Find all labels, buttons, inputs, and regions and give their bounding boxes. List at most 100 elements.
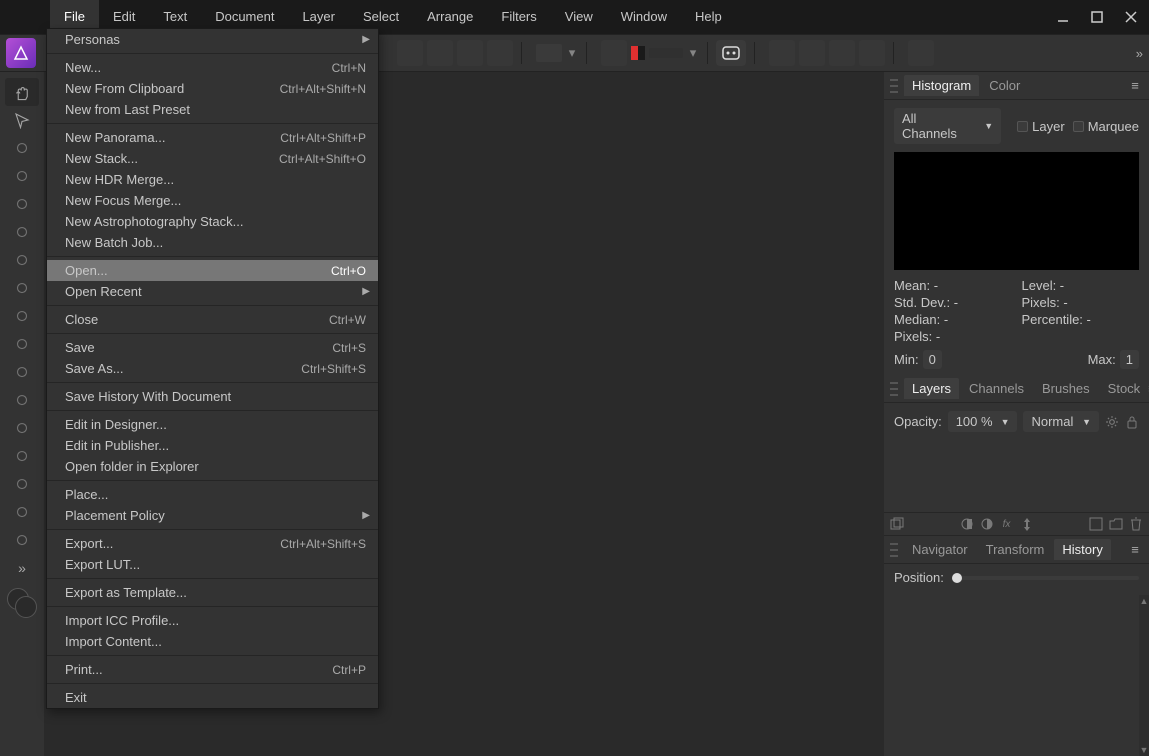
history-list[interactable]: ▲ ▼ xyxy=(884,595,1149,756)
scroll-up-icon[interactable]: ▲ xyxy=(1139,595,1149,607)
toolbar-button[interactable] xyxy=(457,40,483,66)
blend-mode-select[interactable]: Normal ▼ xyxy=(1023,411,1099,432)
chevron-down-icon[interactable]: ▾ xyxy=(687,40,699,66)
tool-hand[interactable] xyxy=(5,78,39,106)
tool-clone[interactable] xyxy=(5,330,39,358)
duplicate-layer-icon[interactable] xyxy=(890,517,904,531)
scrollbar[interactable]: ▲ ▼ xyxy=(1139,595,1149,756)
tab-histogram[interactable]: Histogram xyxy=(904,75,979,96)
tool-marquee[interactable] xyxy=(5,246,39,274)
panel-grip-icon[interactable] xyxy=(890,79,898,93)
menu-item-personas[interactable]: Personas▶ xyxy=(47,29,378,50)
menu-window[interactable]: Window xyxy=(607,0,681,34)
minimize-button[interactable] xyxy=(1051,5,1075,29)
tool-paint[interactable] xyxy=(5,274,39,302)
tool-brush-select[interactable] xyxy=(5,190,39,218)
channel-select[interactable]: All Channels ▼ xyxy=(894,108,1001,144)
tab-color[interactable]: Color xyxy=(981,75,1028,96)
menu-filters[interactable]: Filters xyxy=(487,0,550,34)
toolbar-slider[interactable] xyxy=(649,48,683,58)
history-position-slider[interactable] xyxy=(952,576,1139,580)
tool-dodge[interactable] xyxy=(5,414,39,442)
add-layer-icon[interactable] xyxy=(1089,517,1103,531)
tab-channels[interactable]: Channels xyxy=(961,378,1032,399)
stat-pixels1: Pixels: - xyxy=(894,329,1012,344)
tool-overflow-icon[interactable]: » xyxy=(18,560,26,576)
toolbar-button[interactable] xyxy=(487,40,513,66)
mask-icon[interactable] xyxy=(960,517,974,531)
tool-blur[interactable] xyxy=(5,498,39,526)
tool-smudge[interactable] xyxy=(5,386,39,414)
chevron-down-icon[interactable]: ▾ xyxy=(566,40,578,66)
max-input[interactable]: 1 xyxy=(1120,350,1139,369)
menu-item-new-stack[interactable]: New Stack...Ctrl+Alt+Shift+O xyxy=(47,148,378,169)
layer-checkbox[interactable]: Layer xyxy=(1017,119,1065,134)
tool-flood-select[interactable] xyxy=(5,218,39,246)
menu-item-new-batch-job[interactable]: New Batch Job... xyxy=(47,232,378,253)
gear-icon[interactable] xyxy=(1105,415,1119,429)
opacity-input[interactable]: 100 % ▼ xyxy=(948,411,1018,432)
tab-stock[interactable]: Stock xyxy=(1100,378,1149,399)
maximize-button[interactable] xyxy=(1085,5,1109,29)
menu-item-new[interactable]: New...Ctrl+N xyxy=(47,57,378,78)
adjustment-icon[interactable] xyxy=(980,517,994,531)
menu-item-export-as-template: Export as Template... xyxy=(47,582,378,603)
tool-move[interactable] xyxy=(5,106,39,134)
menu-item-new-hdr-merge[interactable]: New HDR Merge... xyxy=(47,169,378,190)
toolbar-overflow-icon[interactable]: » xyxy=(1125,46,1143,61)
menu-item-new-panorama[interactable]: New Panorama...Ctrl+Alt+Shift+P xyxy=(47,127,378,148)
menu-item-new-from-clipboard[interactable]: New From ClipboardCtrl+Alt+Shift+N xyxy=(47,78,378,99)
menu-item-new-from-last-preset[interactable]: New from Last Preset xyxy=(47,99,378,120)
background-color[interactable] xyxy=(15,596,37,618)
tool-eraser[interactable] xyxy=(5,358,39,386)
toolbar-button[interactable] xyxy=(769,40,795,66)
tab-history[interactable]: History xyxy=(1054,539,1110,560)
assistant-button[interactable] xyxy=(716,40,746,66)
toolbar-button[interactable] xyxy=(799,40,825,66)
panel-grip-icon[interactable] xyxy=(890,382,898,396)
layers-list[interactable] xyxy=(894,438,1139,510)
delete-icon[interactable] xyxy=(1129,517,1143,531)
close-button[interactable] xyxy=(1119,5,1143,29)
menu-item-import-content[interactable]: Import Content... xyxy=(47,631,378,652)
menu-arrange[interactable]: Arrange xyxy=(413,0,487,34)
tool-heal[interactable] xyxy=(5,302,39,330)
tab-transform[interactable]: Transform xyxy=(978,539,1053,560)
toolbar-button[interactable] xyxy=(427,40,453,66)
tool-mesh[interactable] xyxy=(5,470,39,498)
lock-icon[interactable] xyxy=(1125,415,1139,429)
menu-item-placement-policy[interactable]: Placement Policy▶ xyxy=(47,505,378,526)
toolbar-button[interactable] xyxy=(829,40,855,66)
toolbar-button[interactable] xyxy=(397,40,423,66)
menu-item-import-icc-profile[interactable]: Import ICC Profile... xyxy=(47,610,378,631)
scroll-down-icon[interactable]: ▼ xyxy=(1139,744,1149,756)
menu-view[interactable]: View xyxy=(551,0,607,34)
toolbar-button[interactable] xyxy=(601,40,627,66)
menu-item-new-focus-merge[interactable]: New Focus Merge... xyxy=(47,190,378,211)
group-icon[interactable] xyxy=(1109,517,1123,531)
menu-item-exit[interactable]: Exit xyxy=(47,687,378,708)
min-input[interactable]: 0 xyxy=(923,350,942,369)
tab-navigator[interactable]: Navigator xyxy=(904,539,976,560)
toolbar-button[interactable] xyxy=(859,40,885,66)
color-compare-icon[interactable] xyxy=(631,46,645,60)
panel-menu-icon[interactable]: ≡ xyxy=(1127,542,1143,557)
tool-eyedropper[interactable] xyxy=(5,526,39,554)
tool-crop[interactable] xyxy=(5,162,39,190)
fill-swatch[interactable] xyxy=(536,44,562,62)
tool-sponge[interactable] xyxy=(5,442,39,470)
menu-item-new-astrophotography-stack[interactable]: New Astrophotography Stack... xyxy=(47,211,378,232)
toolbar-button[interactable] xyxy=(908,40,934,66)
live-filter-icon[interactable] xyxy=(1020,517,1034,531)
color-wells[interactable] xyxy=(7,588,37,618)
marquee-checkbox[interactable]: Marquee xyxy=(1073,119,1139,134)
fx-icon[interactable]: fx xyxy=(1000,517,1014,531)
panel-grip-icon[interactable] xyxy=(890,543,898,557)
menu-help[interactable]: Help xyxy=(681,0,736,34)
tab-brushes[interactable]: Brushes xyxy=(1034,378,1098,399)
tool-freehand[interactable] xyxy=(5,134,39,162)
tab-layers[interactable]: Layers xyxy=(904,378,959,399)
panel-menu-icon[interactable]: ≡ xyxy=(1127,78,1143,93)
menu-item-open[interactable]: Open...Ctrl+O xyxy=(47,260,378,281)
menu-item-open-recent[interactable]: Open Recent▶ xyxy=(47,281,378,302)
